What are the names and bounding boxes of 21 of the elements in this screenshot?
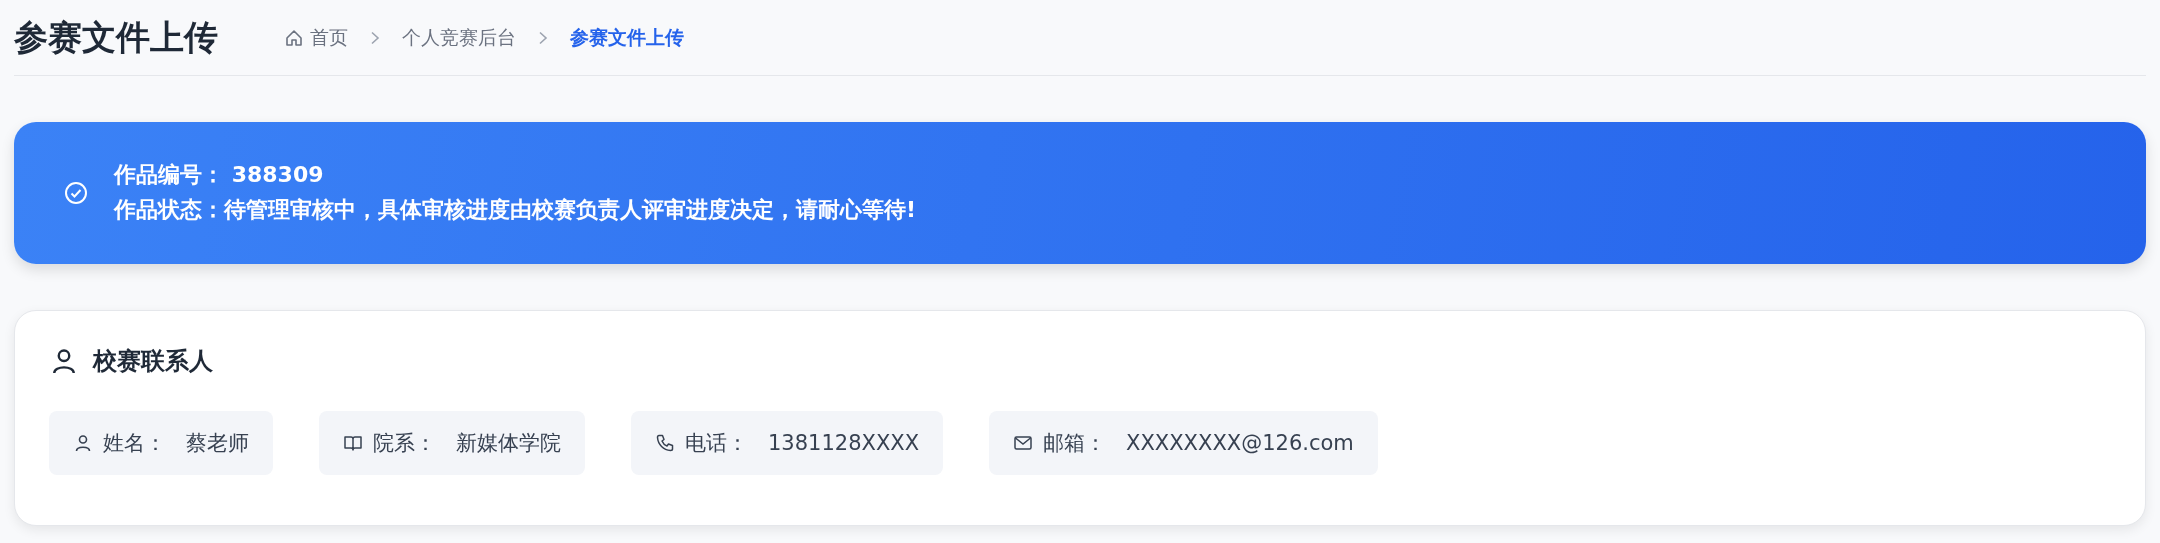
- card-title: 校赛联系人: [93, 346, 213, 377]
- home-icon: [284, 27, 304, 48]
- contact-label: 院系：: [373, 430, 436, 457]
- status-text: 作品状态：待管理审核中，具体审核进度由校赛负责人评审进度决定，请耐心等待!: [114, 196, 917, 224]
- phone-icon: [655, 433, 675, 453]
- check-circle-icon: [64, 181, 88, 205]
- book-icon: [343, 433, 363, 453]
- contact-label: 电话：: [685, 430, 748, 457]
- status-text: 作品编号： 388309: [114, 161, 325, 190]
- contact-value: 蔡老师: [186, 430, 249, 457]
- breadcrumb-link[interactable]: 个人竞赛后台: [402, 24, 516, 51]
- contact-label: 姓名：: [103, 430, 166, 457]
- envelope-icon: [1013, 433, 1034, 453]
- breadcrumb-link[interactable]: 参赛文件上传: [570, 24, 684, 51]
- contact-label: 邮箱：: [1043, 430, 1107, 457]
- page-title: 参赛文件上传: [14, 15, 218, 59]
- contact-value: 1381128XXXX: [768, 431, 920, 455]
- breadcrumb-link[interactable]: 首页: [284, 24, 348, 51]
- contact-value: XXXXXXXX@126.com: [1126, 431, 1354, 455]
- person-icon: [73, 433, 93, 453]
- contact-value: 新媒体学院: [456, 430, 561, 457]
